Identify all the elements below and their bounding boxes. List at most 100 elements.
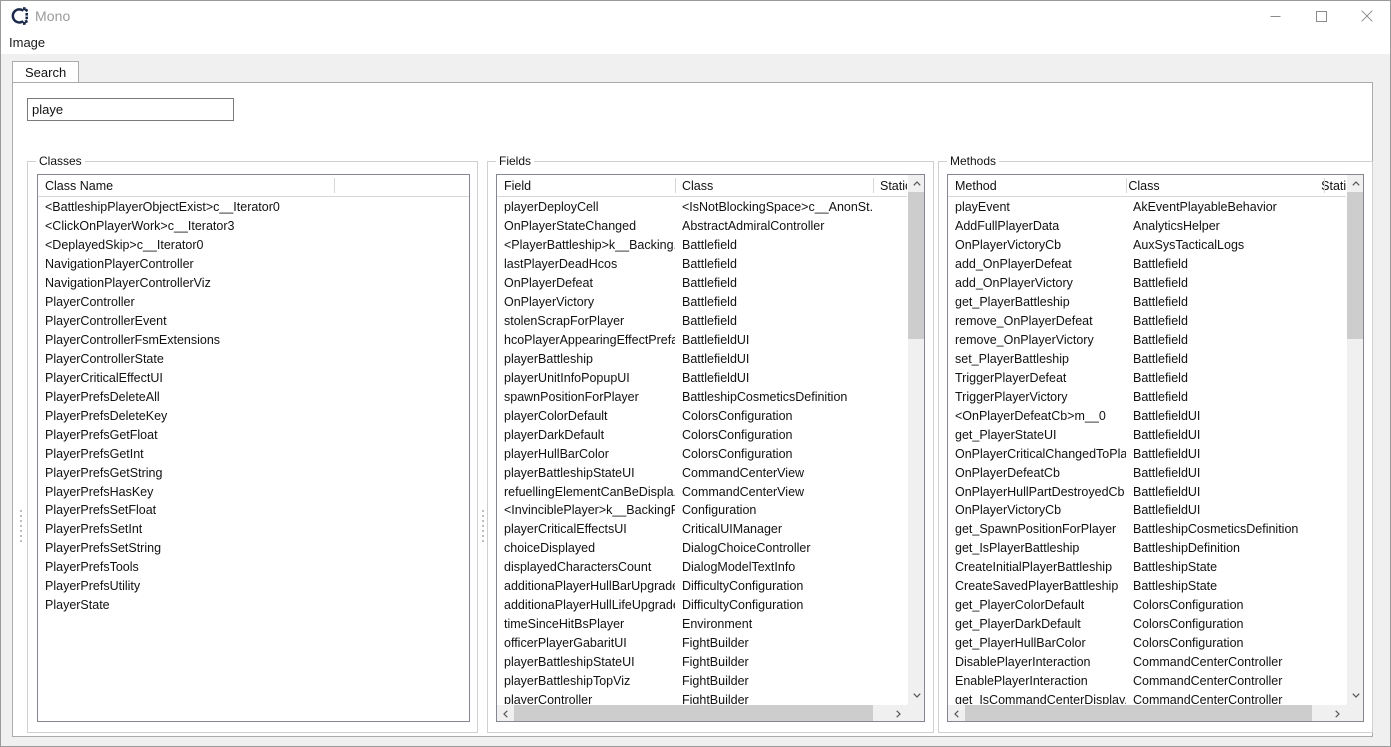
table-row[interactable]: stolenScrapForPlayerBattlefield (497, 312, 924, 331)
fields-scroll-thumb[interactable] (908, 192, 925, 339)
column-divider[interactable] (675, 178, 676, 193)
table-row[interactable]: playerColorDefaultColorsConfiguration (497, 406, 924, 425)
fields-hscroll-thumb[interactable] (514, 705, 873, 722)
table-row[interactable]: PlayerPrefsSetFloat (38, 501, 469, 520)
table-row[interactable]: officerPlayerGabaritUIFightBuilder (497, 634, 924, 653)
column-header-class[interactable]: Class (1121, 175, 1314, 197)
minimize-button[interactable] (1252, 1, 1298, 31)
table-row[interactable]: get_PlayerHullBarColorColorsConfiguratio… (948, 634, 1363, 653)
table-row[interactable]: <PlayerBattleship>k__Backing...Battlefie… (497, 236, 924, 255)
table-row[interactable]: additionaPlayerHullLifeUpgradeDifficulty… (497, 596, 924, 615)
table-row[interactable]: displayedCharactersCountDialogModelTextI… (497, 558, 924, 577)
table-row[interactable]: PlayerControllerState (38, 350, 469, 369)
table-row[interactable]: PlayerControllerEvent (38, 312, 469, 331)
scroll-left-button[interactable] (497, 705, 514, 722)
table-row[interactable]: timeSinceHitBsPlayerEnvironment (497, 615, 924, 634)
maximize-button[interactable] (1298, 1, 1344, 31)
table-row[interactable]: OnPlayerStateChangedAbstractAdmiralContr… (497, 217, 924, 236)
table-row[interactable]: playEventAkEventPlayableBehavior (948, 198, 1363, 217)
table-row[interactable]: get_PlayerBattleshipBattlefield (948, 293, 1363, 312)
table-row[interactable]: OnPlayerHullPartDestroyedCbBattlefieldUI (948, 482, 1363, 501)
table-row[interactable]: add_OnPlayerVictoryBattlefield (948, 274, 1363, 293)
table-row[interactable]: get_PlayerColorDefaultColorsConfiguratio… (948, 596, 1363, 615)
scroll-right-button[interactable] (1329, 705, 1346, 722)
table-row[interactable]: playerBattleshipStateUIFightBuilder (497, 653, 924, 672)
fields-listview[interactable]: Field Class Static playerDeployCell<IsNo… (496, 174, 925, 722)
scroll-down-button[interactable] (1347, 687, 1364, 704)
table-row[interactable]: OnPlayerVictoryCbBattlefieldUI (948, 501, 1363, 520)
table-row[interactable]: PlayerPrefsUtility (38, 577, 469, 596)
table-row[interactable]: AddFullPlayerDataAnalyticsHelper (948, 217, 1363, 236)
table-row[interactable]: <OnPlayerDefeatCb>m__0BattlefieldUI (948, 406, 1363, 425)
table-row[interactable]: hcoPlayerAppearingEffectPrefabBattlefiel… (497, 331, 924, 350)
methods-hscroll-thumb[interactable] (965, 705, 1312, 722)
table-row[interactable]: playerHullBarColorColorsConfiguration (497, 444, 924, 463)
classes-listview[interactable]: Class Name <BattleshipPlayerObjectExist>… (37, 174, 470, 722)
table-row[interactable]: PlayerPrefsSetInt (38, 520, 469, 539)
table-row[interactable]: remove_OnPlayerDefeatBattlefield (948, 312, 1363, 331)
splitter-classes-fields[interactable] (479, 503, 486, 548)
table-row[interactable]: PlayerPrefsSetString (38, 539, 469, 558)
table-row[interactable]: PlayerPrefsDeleteAll (38, 387, 469, 406)
table-row[interactable]: <ClickOnPlayerWork>c__Iterator3 (38, 217, 469, 236)
table-row[interactable]: playerBattleshipStateUICommandCenterView (497, 463, 924, 482)
table-row[interactable]: get_IsPlayerBattleshipBattleshipDefiniti… (948, 539, 1363, 558)
table-row[interactable]: <InvinciblePlayer>k__BackingF...Configur… (497, 501, 924, 520)
scroll-down-button[interactable] (908, 687, 925, 704)
table-row[interactable]: OnPlayerCriticalChangedToPla...Battlefie… (948, 444, 1363, 463)
table-row[interactable]: EnablePlayerInteractionCommandCenterCont… (948, 671, 1363, 690)
table-row[interactable]: refuellingElementCanBeDispla...CommandCe… (497, 482, 924, 501)
table-row[interactable]: lastPlayerDeadHcosBattlefield (497, 255, 924, 274)
table-row[interactable]: PlayerPrefsDeleteKey (38, 406, 469, 425)
scroll-up-button[interactable] (908, 175, 925, 192)
table-row[interactable]: PlayerPrefsHasKey (38, 482, 469, 501)
methods-listview[interactable]: Method Class Static playEventAkEventPlay… (947, 174, 1364, 722)
table-row[interactable]: set_PlayerBattleshipBattlefield (948, 350, 1363, 369)
table-row[interactable]: OnPlayerDefeatBattlefield (497, 274, 924, 293)
table-row[interactable]: get_PlayerDarkDefaultColorsConfiguration (948, 615, 1363, 634)
table-row[interactable]: playerBattleshipBattlefieldUI (497, 350, 924, 369)
column-divider[interactable] (1324, 178, 1325, 193)
scroll-up-button[interactable] (1347, 175, 1364, 192)
table-row[interactable]: PlayerPrefsGetInt (38, 444, 469, 463)
menu-item-image[interactable]: Image (1, 33, 52, 53)
table-row[interactable]: PlayerPrefsGetFloat (38, 425, 469, 444)
table-row[interactable]: TriggerPlayerDefeatBattlefield (948, 368, 1363, 387)
table-row[interactable]: PlayerPrefsTools (38, 558, 469, 577)
table-row[interactable]: get_SpawnPositionForPlayerBattleshipCosm… (948, 520, 1363, 539)
column-header-method[interactable]: Method (948, 175, 1121, 197)
table-row[interactable]: get_PlayerStateUIBattlefieldUI (948, 425, 1363, 444)
methods-vertical-scrollbar[interactable] (1346, 175, 1363, 704)
table-row[interactable]: NavigationPlayerControllerViz (38, 274, 469, 293)
table-row[interactable]: OnPlayerDefeatCbBattlefieldUI (948, 463, 1363, 482)
table-row[interactable]: playerBattleshipTopVizFightBuilder (497, 671, 924, 690)
fields-horizontal-scrollbar[interactable] (497, 704, 907, 721)
table-row[interactable]: <BattleshipPlayerObjectExist>c__Iterator… (38, 198, 469, 217)
table-row[interactable]: PlayerPrefsGetString (38, 463, 469, 482)
table-row[interactable]: playerDeployCell<IsNotBlockingSpace>c__A… (497, 198, 924, 217)
table-row[interactable]: choiceDisplayedDialogChoiceController (497, 539, 924, 558)
column-header-class[interactable]: Class (675, 175, 873, 197)
splitter-left[interactable] (17, 503, 24, 548)
table-row[interactable]: NavigationPlayerController (38, 255, 469, 274)
scroll-right-button[interactable] (890, 705, 907, 722)
close-button[interactable] (1344, 1, 1390, 31)
table-row[interactable]: DisablePlayerInteractionCommandCenterCon… (948, 653, 1363, 672)
table-row[interactable]: CreateSavedPlayerBattleshipBattleshipSta… (948, 577, 1363, 596)
table-row[interactable]: additionaPlayerHullBarUpgradeDifficultyC… (497, 577, 924, 596)
table-row[interactable]: remove_OnPlayerVictoryBattlefield (948, 331, 1363, 350)
table-row[interactable]: PlayerControllerFsmExtensions (38, 331, 469, 350)
table-row[interactable]: PlayerController (38, 293, 469, 312)
table-row[interactable]: PlayerCriticalEffectUI (38, 368, 469, 387)
table-row[interactable]: spawnPositionForPlayerBattleshipCosmetic… (497, 387, 924, 406)
column-header-class-name[interactable]: Class Name (38, 175, 334, 197)
table-row[interactable]: add_OnPlayerDefeatBattlefield (948, 255, 1363, 274)
methods-horizontal-scrollbar[interactable] (948, 704, 1346, 721)
table-row[interactable]: <DeplayedSkip>c__Iterator0 (38, 236, 469, 255)
table-row[interactable]: PlayerState (38, 596, 469, 615)
search-input[interactable] (27, 98, 234, 121)
table-row[interactable]: TriggerPlayerVictoryBattlefield (948, 387, 1363, 406)
table-row[interactable]: CreateInitialPlayerBattleshipBattleshipS… (948, 558, 1363, 577)
table-row[interactable]: playerCriticalEffectsUICriticalUIManager (497, 520, 924, 539)
table-row[interactable]: OnPlayerVictoryCbAuxSysTacticalLogs (948, 236, 1363, 255)
